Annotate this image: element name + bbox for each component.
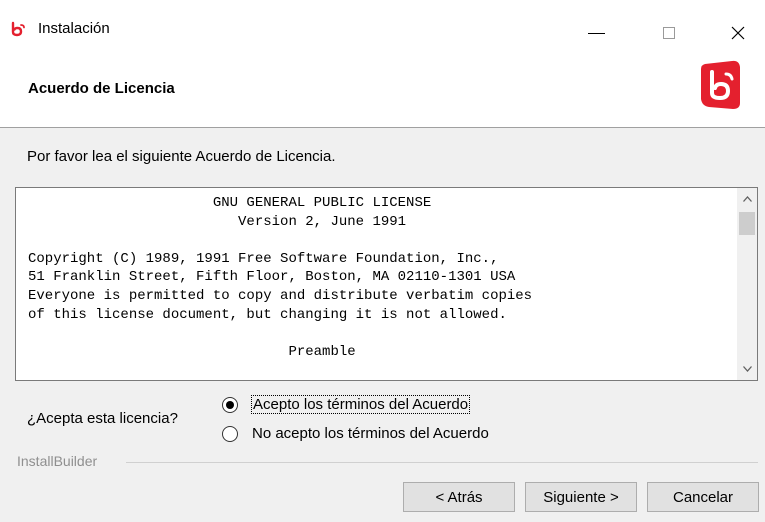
maximize-button[interactable]: [646, 0, 692, 58]
decline-option-label[interactable]: No acepto los términos del Acuerdo: [252, 425, 489, 442]
title-bar: Instalación: [0, 0, 765, 58]
license-text: GNU GENERAL PUBLIC LICENSE Version 2, Ju…: [28, 195, 533, 360]
vertical-scrollbar[interactable]: [737, 188, 757, 380]
page-title: Acuerdo de Licencia: [28, 80, 175, 97]
close-button[interactable]: [715, 0, 761, 58]
minimize-button[interactable]: [573, 0, 619, 58]
window-title: Instalación: [38, 20, 110, 37]
minimize-icon: [587, 32, 605, 34]
footer-divider: [126, 462, 758, 463]
close-icon: [731, 26, 745, 40]
accept-option[interactable]: Acepto los términos del Acuerdo: [222, 395, 471, 414]
accept-option-label[interactable]: Acepto los términos del Acuerdo: [250, 395, 471, 414]
page-header: Acuerdo de Licencia: [0, 58, 765, 128]
bitnami-logo-icon: [701, 60, 740, 109]
scroll-down-button[interactable]: [737, 358, 757, 380]
cancel-button[interactable]: Cancelar: [647, 482, 759, 512]
license-textarea[interactable]: GNU GENERAL PUBLIC LICENSE Version 2, Ju…: [15, 187, 758, 381]
back-button[interactable]: < Atrás: [403, 482, 515, 512]
next-button[interactable]: Siguiente >: [525, 482, 637, 512]
scroll-thumb[interactable]: [739, 212, 755, 235]
decline-radio[interactable]: [222, 425, 238, 442]
installbuilder-label: InstallBuilder: [17, 453, 102, 469]
bitnami-logo-icon: [11, 21, 25, 37]
accept-question-label: ¿Acepta esta licencia?: [27, 410, 178, 427]
chevron-up-icon: [742, 196, 752, 202]
scroll-up-button[interactable]: [737, 188, 757, 210]
maximize-icon: [663, 27, 675, 39]
intro-text: Por favor lea el siguiente Acuerdo de Li…: [27, 148, 336, 165]
installer-window: Instalación Acuerdo de Licencia Por favo…: [0, 0, 765, 522]
accept-radio[interactable]: [222, 396, 238, 413]
decline-option[interactable]: No acepto los términos del Acuerdo: [222, 425, 489, 442]
chevron-down-icon: [742, 366, 752, 372]
